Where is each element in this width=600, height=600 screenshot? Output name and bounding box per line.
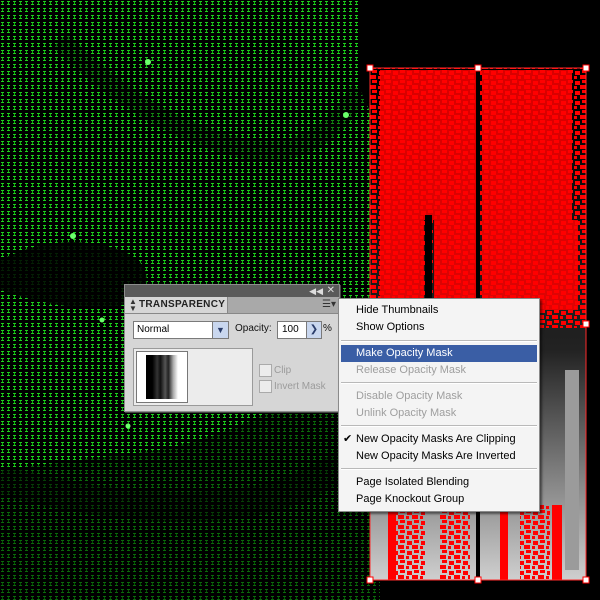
clip-checkbox[interactable]	[259, 364, 272, 377]
opacity-slider-button[interactable]: ❯	[306, 321, 322, 339]
menu-item-label: Hide Thumbnails	[356, 304, 439, 316]
bbox-handle[interactable]	[582, 64, 590, 72]
menu-item-label: Page Knockout Group	[356, 493, 465, 505]
menu-item-label: New Opacity Masks Are Clipping	[356, 433, 516, 445]
chevron-down-icon[interactable]: ▼	[212, 322, 228, 338]
menu-separator	[341, 425, 537, 427]
menu-item-new-masks-clipping[interactable]: ✔ New Opacity Masks Are Clipping	[339, 431, 539, 448]
opacity-label: Opacity:	[235, 323, 272, 334]
menu-separator	[341, 468, 537, 470]
menu-item-label: New Opacity Masks Are Inverted	[356, 450, 516, 462]
menu-item-label: Make Opacity Mask	[356, 347, 453, 359]
opacity-value: 100	[282, 324, 299, 335]
double-chevron-left-icon[interactable]: ◀◀	[309, 286, 323, 296]
bbox-handle[interactable]	[582, 576, 590, 584]
bbox-handle[interactable]	[582, 320, 590, 328]
menu-item-make-opacity-mask[interactable]: Make Opacity Mask	[341, 345, 537, 362]
clip-label: Clip	[274, 365, 292, 376]
opacity-input[interactable]: 100	[277, 321, 307, 339]
bbox-handle[interactable]	[366, 576, 374, 584]
menu-item-hide-thumbnails[interactable]: Hide Thumbnails	[339, 302, 539, 319]
menu-item-label: Disable Opacity Mask	[356, 390, 463, 402]
checkmark-icon: ✔	[343, 433, 353, 445]
tab-transparency[interactable]: ▲ ▼ TRANSPARENCY	[125, 297, 228, 313]
menu-item-label: Release Opacity Mask	[356, 364, 467, 376]
transparency-panel: ◀◀ ✕ ▲ ▼ TRANSPARENCY ☰▾ Normal ▼ Opacity…	[124, 284, 340, 412]
invert-mask-label: Invert Mask	[274, 381, 326, 392]
bbox-handle[interactable]	[474, 64, 482, 72]
menu-item-page-knockout-group[interactable]: Page Knockout Group	[339, 491, 539, 508]
menu-separator	[341, 382, 537, 384]
opacity-unit: %	[323, 323, 332, 334]
invert-mask-checkbox[interactable]	[259, 380, 272, 393]
transparency-flyout-menu: Hide Thumbnails Show Options Make Opacit…	[338, 298, 540, 512]
menu-item-page-isolated-blending[interactable]: Page Isolated Blending	[339, 474, 539, 491]
panel-tab-bar: ▲ ▼ TRANSPARENCY ☰▾	[125, 297, 339, 314]
panel-menu-icon[interactable]: ☰▾	[322, 299, 336, 310]
menu-item-label: Page Isolated Blending	[356, 476, 470, 488]
blend-mode-value: Normal	[137, 324, 170, 335]
menu-item-release-opacity-mask: Release Opacity Mask	[339, 362, 539, 379]
thumbnail-preview	[146, 355, 178, 399]
menu-item-unlink-opacity-mask: Unlink Opacity Mask	[339, 405, 539, 422]
panel-title-bar[interactable]: ◀◀ ✕	[125, 285, 339, 297]
menu-item-label: Unlink Opacity Mask	[356, 407, 457, 419]
artwork-thumbnail[interactable]	[136, 351, 188, 403]
panel-tab-title: TRANSPARENCY	[139, 299, 226, 310]
menu-item-label: Show Options	[356, 321, 425, 333]
menu-separator	[341, 340, 537, 342]
bbox-handle[interactable]	[366, 64, 374, 72]
close-icon[interactable]: ✕	[327, 285, 335, 296]
menu-item-show-options[interactable]: Show Options	[339, 319, 539, 336]
bbox-handle[interactable]	[474, 576, 482, 584]
menu-item-disable-opacity-mask: Disable Opacity Mask	[339, 388, 539, 405]
menu-item-new-masks-inverted[interactable]: New Opacity Masks Are Inverted	[339, 448, 539, 465]
blend-mode-select[interactable]: Normal ▼	[133, 321, 229, 339]
up-down-arrows-icon[interactable]: ▲ ▼	[129, 298, 137, 313]
thumbnail-area	[133, 348, 253, 406]
